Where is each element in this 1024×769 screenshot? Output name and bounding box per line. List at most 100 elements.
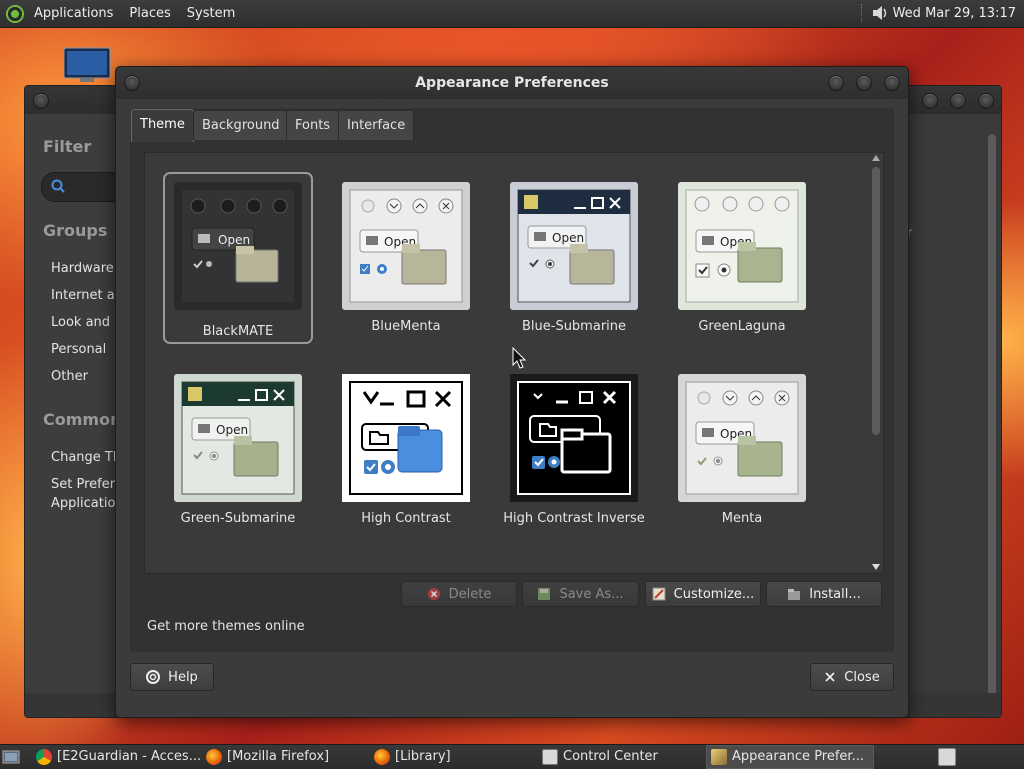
control-center-icon <box>542 749 558 765</box>
theme-preview-greenlaguna: Open <box>678 182 806 310</box>
top-panel: Applications Places System Wed Mar 29, 1… <box>0 0 1024 28</box>
save-icon <box>538 588 551 600</box>
theme-label: High Contrast <box>361 511 451 526</box>
common-heading: Common <box>43 410 122 429</box>
menu-system[interactable]: System <box>179 0 243 27</box>
theme-preview-blackmate: Open <box>174 182 302 310</box>
task-appearance-preferences[interactable]: Appearance Prefer... <box>706 745 874 769</box>
menu-places[interactable]: Places <box>121 0 178 27</box>
search-icon <box>51 179 65 193</box>
group-other[interactable]: Other <box>51 369 88 384</box>
task-label: [E2Guardian - Acces... <box>57 749 202 764</box>
theme-item-greenlaguna[interactable]: Open GreenLaguna <box>667 172 817 344</box>
help-label: Help <box>168 669 198 685</box>
computer-desktop-icon[interactable] <box>62 47 112 83</box>
save-as-button[interactable]: Save As... <box>522 581 639 607</box>
help-button[interactable]: Help <box>130 663 214 691</box>
tab-background[interactable]: Background <box>193 110 289 140</box>
common-change-theme[interactable]: Change Th <box>51 450 121 465</box>
firefox-icon <box>206 749 222 765</box>
task-label: Control Center <box>563 749 658 764</box>
customize-button[interactable]: Customize... <box>645 581 761 607</box>
theme-label: Blue-Submarine <box>521 319 627 334</box>
menu-applications[interactable]: Applications <box>26 0 121 27</box>
theme-item-high-contrast[interactable]: High Contrast <box>331 364 481 536</box>
delete-icon <box>427 588 440 600</box>
appearance-preferences-dialog: Appearance Preferences Theme Background … <box>115 66 909 718</box>
theme-label: High Contrast Inverse <box>503 511 645 526</box>
control-center-scrollbar[interactable] <box>986 126 998 713</box>
delete-button[interactable]: Delete <box>401 581 517 607</box>
save-as-label: Save As... <box>559 586 624 602</box>
window-menu-button[interactable] <box>124 75 140 91</box>
group-internet[interactable]: Internet ar <box>51 288 120 303</box>
theme-preview-high-contrast <box>342 374 470 502</box>
close-label: Close <box>844 669 880 685</box>
theme-item-bluementa[interactable]: Open BlueMenta <box>331 172 481 344</box>
window-menu-button[interactable] <box>33 93 49 109</box>
theme-label: BlackMATE <box>202 324 274 339</box>
install-button[interactable]: Install... <box>766 581 882 607</box>
filter-heading: Filter <box>43 137 92 156</box>
svg-text:Open: Open <box>552 231 584 245</box>
theme-item-blue-submarine[interactable]: Open Blue-Submarine <box>499 172 649 344</box>
tab-theme[interactable]: Theme <box>131 109 194 142</box>
theme-item-menta[interactable]: Open Menta <box>667 364 817 536</box>
appearance-icon <box>711 749 727 765</box>
task-e2guardian[interactable]: [E2Guardian - Acces... <box>36 745 204 769</box>
install-icon <box>788 589 801 600</box>
theme-list-scrollbar[interactable] <box>869 153 883 573</box>
groups-heading: Groups <box>43 221 108 240</box>
theme-item-blackmate[interactable]: Open BlackMATE <box>163 172 313 344</box>
install-label: Install... <box>809 586 861 602</box>
show-desktop-icon[interactable] <box>2 748 20 766</box>
group-look-and-feel[interactable]: Look and F <box>51 315 122 330</box>
task-library[interactable]: [Library] <box>374 745 540 769</box>
maximize-button[interactable] <box>856 75 872 91</box>
theme-preview-green-submarine: Open <box>174 374 302 502</box>
taskbar: [E2Guardian - Acces... [Mozilla Firefox]… <box>0 744 1024 769</box>
common-set-preferred[interactable]: Set Prefer <box>51 477 115 492</box>
panel-separator <box>861 4 864 22</box>
maximize-button[interactable] <box>950 93 966 109</box>
clock[interactable]: Wed Mar 29, 13:17 <box>893 0 1016 27</box>
group-personal[interactable]: Personal <box>51 342 106 357</box>
customize-label: Customize... <box>673 586 755 602</box>
scroll-down-icon[interactable] <box>872 564 880 570</box>
tab-interface[interactable]: Interface <box>338 110 415 140</box>
delete-label: Delete <box>448 586 492 602</box>
theme-preview-bluementa: Open <box>342 182 470 310</box>
task-control-center[interactable]: Control Center <box>542 745 706 769</box>
mate-logo-icon[interactable] <box>6 4 24 23</box>
volume-icon[interactable] <box>871 4 889 22</box>
close-button[interactable]: Close <box>810 663 894 691</box>
theme-label: GreenLaguna <box>698 319 786 334</box>
close-button[interactable] <box>978 93 994 109</box>
task-mozilla-firefox[interactable]: [Mozilla Firefox] <box>206 745 372 769</box>
workspace-switcher[interactable] <box>938 748 956 766</box>
svg-text:Open: Open <box>218 233 250 247</box>
close-window-button[interactable] <box>884 75 900 91</box>
customize-icon <box>652 587 666 601</box>
theme-item-high-contrast-inverse[interactable]: High Contrast Inverse <box>499 364 649 536</box>
help-icon <box>146 670 161 684</box>
common-applications[interactable]: Applicatio <box>51 496 115 511</box>
minimize-button[interactable] <box>828 75 844 91</box>
theme-item-green-submarine[interactable]: Open Green-Submarine <box>163 364 313 536</box>
group-hardware[interactable]: Hardware <box>51 261 114 276</box>
scrollbar-thumb[interactable] <box>872 167 880 435</box>
theme-preview-blue-submarine: Open <box>510 182 638 310</box>
tab-fonts[interactable]: Fonts <box>286 110 340 140</box>
theme-label: BlueMenta <box>371 319 441 334</box>
svg-text:Open: Open <box>216 423 248 437</box>
scroll-up-icon[interactable] <box>872 155 880 161</box>
minimize-button[interactable] <box>922 93 938 109</box>
theme-label: Green-Submarine <box>180 511 296 526</box>
task-label: [Library] <box>395 749 451 764</box>
get-more-themes-link[interactable]: Get more themes online <box>147 619 305 634</box>
firefox-icon <box>374 749 390 765</box>
theme-preview-menta: Open <box>678 374 806 502</box>
dialog-titlebar[interactable]: Appearance Preferences <box>116 67 908 99</box>
task-label: [Mozilla Firefox] <box>227 749 330 764</box>
task-label: Appearance Prefer... <box>732 749 864 764</box>
